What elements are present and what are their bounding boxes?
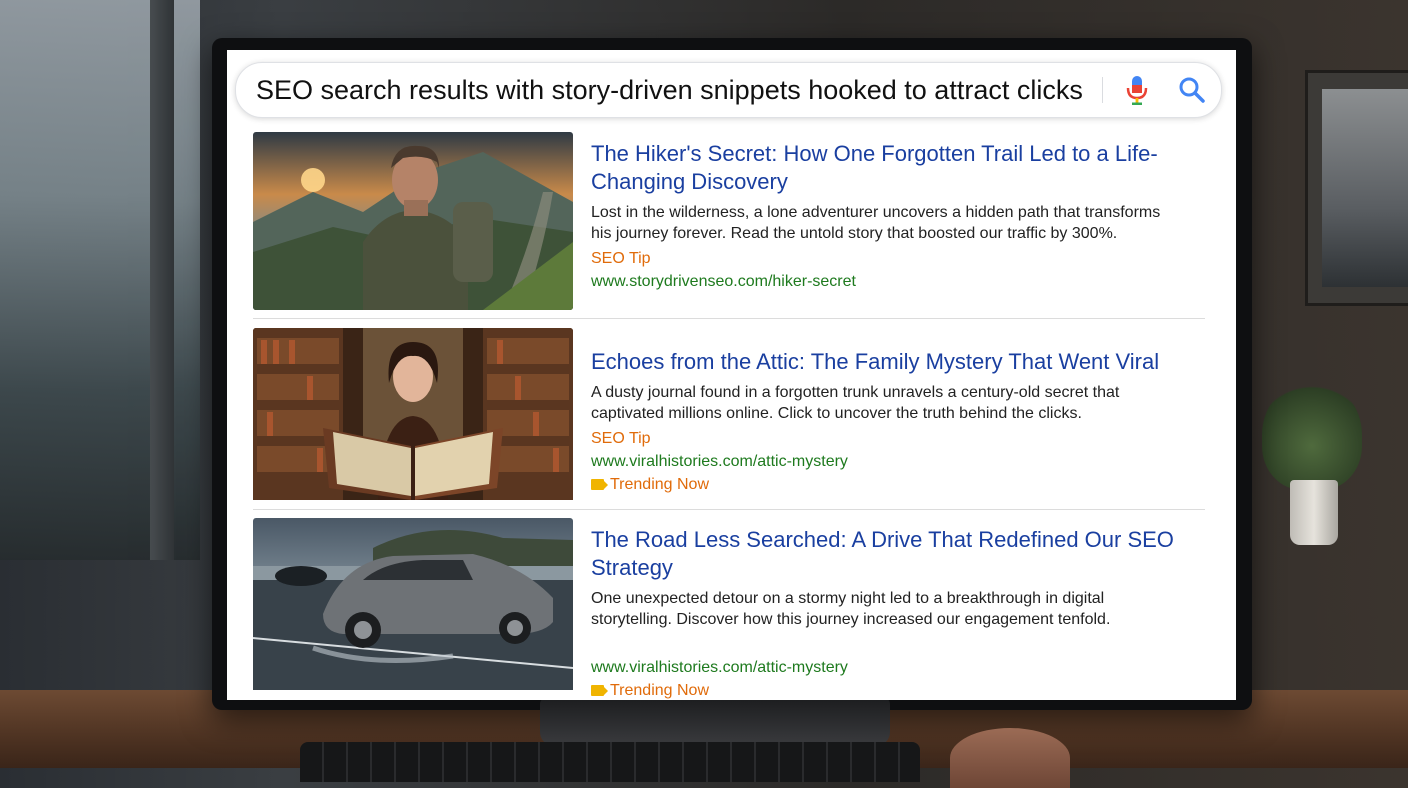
result-spacer (591, 633, 1181, 656)
result-divider (253, 318, 1205, 319)
plant-pot (1290, 480, 1338, 545)
search-result: The Hiker's Secret: How One Forgotten Tr… (253, 132, 1205, 312)
background-window (0, 0, 200, 560)
search-button[interactable] (1177, 75, 1207, 105)
result-content: The Road Less Searched: A Drive That Red… (591, 526, 1181, 700)
microphone-icon (1126, 76, 1148, 105)
search-result: The Road Less Searched: A Drive That Red… (253, 518, 1205, 700)
result-title-link[interactable]: Echoes from the Attic: The Family Myster… (591, 348, 1181, 376)
wall-picture (1322, 89, 1408, 287)
result-thumbnail-hiker[interactable] (253, 132, 573, 310)
result-snippet: A dusty journal found in a forgotten tru… (591, 384, 1120, 422)
voice-search-button[interactable] (1122, 74, 1152, 106)
result-title-link[interactable]: The Road Less Searched: A Drive That Red… (591, 526, 1181, 582)
result-content: The Hiker's Secret: How One Forgotten Tr… (591, 140, 1181, 293)
seo-tip-label: SEO Tip (591, 250, 651, 267)
seo-tip-label: SEO Tip (591, 430, 651, 447)
window-frame (150, 0, 174, 560)
result-thumbnail-attic[interactable] (253, 328, 573, 506)
result-url[interactable]: www.viralhistories.com/attic-mystery (591, 450, 1181, 473)
hiker-image (253, 132, 573, 310)
search-input[interactable] (256, 71, 1096, 109)
wall-picture-frame (1305, 70, 1408, 306)
stormy-road-image (253, 518, 573, 690)
result-url[interactable]: www.viralhistories.com/attic-mystery (591, 656, 1181, 679)
potted-plant (1262, 380, 1362, 580)
search-bar (235, 62, 1222, 118)
plant-leaves (1262, 380, 1362, 490)
result-thumbnail-road[interactable] (253, 518, 573, 696)
result-snippet: Lost in the wilderness, a lone adventure… (591, 204, 1161, 242)
trending-badge: Trending Now (591, 473, 1181, 497)
screen: The Hiker's Secret: How One Forgotten Tr… (227, 50, 1236, 700)
result-title-link[interactable]: The Hiker's Secret: How One Forgotten Tr… (591, 140, 1181, 196)
user-hand (950, 728, 1070, 788)
result-divider (253, 509, 1205, 510)
trending-label: Trending Now (610, 682, 710, 699)
result-url[interactable]: www.storydrivenseo.com/hiker-secret (591, 270, 1181, 293)
result-snippet: One unexpected detour on a stormy night … (591, 590, 1111, 628)
monitor-stand (540, 698, 890, 746)
result-content: Echoes from the Attic: The Family Myster… (591, 348, 1181, 497)
search-result: Echoes from the Attic: The Family Myster… (253, 328, 1205, 508)
search-bar-divider (1102, 77, 1103, 103)
search-icon (1179, 77, 1205, 103)
tag-icon (591, 685, 608, 696)
tag-icon (591, 479, 608, 490)
trending-label: Trending Now (610, 476, 710, 493)
attic-library-image (253, 328, 573, 500)
keyboard (300, 742, 920, 782)
trending-badge: Trending Now (591, 679, 1181, 700)
